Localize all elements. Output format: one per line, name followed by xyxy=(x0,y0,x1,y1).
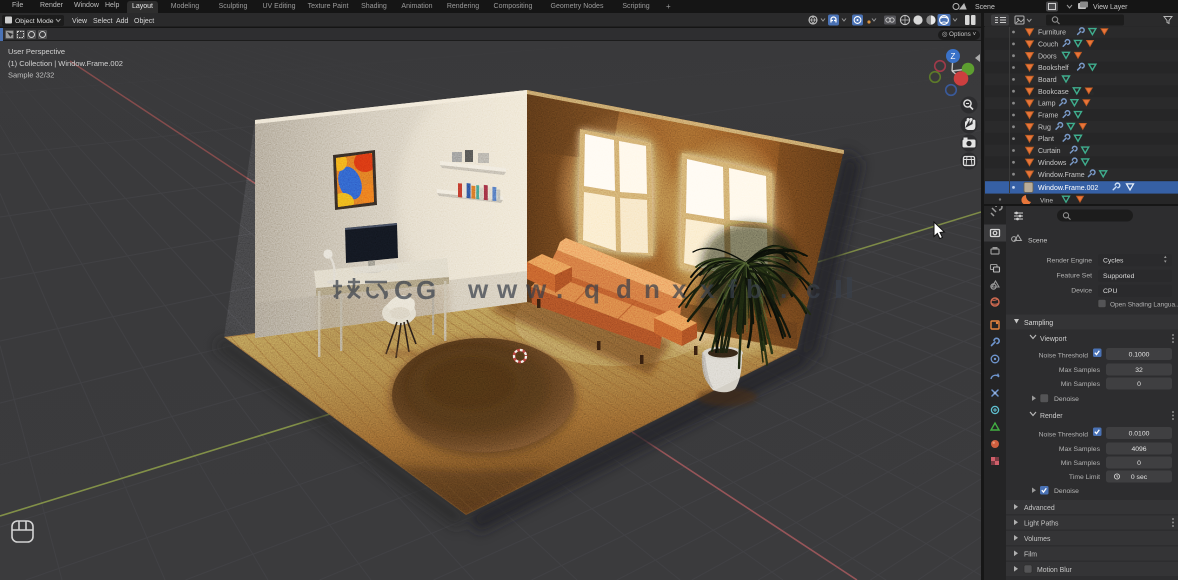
svg-text:Advanced: Advanced xyxy=(1024,505,1055,512)
svg-text:Open Shading Langua...: Open Shading Langua... xyxy=(1110,301,1178,308)
svg-text:Board: Board xyxy=(1038,77,1057,84)
svg-text:Plant: Plant xyxy=(1038,136,1054,143)
svg-text:Motion Blur: Motion Blur xyxy=(1037,567,1073,574)
svg-text:Window.Frame: Window.Frame xyxy=(1038,172,1085,179)
svg-text:Denoise: Denoise xyxy=(1054,396,1079,403)
svg-text:Select: Select xyxy=(93,18,113,25)
svg-text:w: w xyxy=(525,274,547,304)
svg-text:Scene: Scene xyxy=(1028,238,1047,245)
svg-text:Max Samples: Max Samples xyxy=(1059,367,1101,374)
svg-text:Bookshelf: Bookshelf xyxy=(1038,65,1069,72)
svg-text:32: 32 xyxy=(1135,367,1143,374)
svg-text:Windows: Windows xyxy=(1038,160,1067,167)
svg-text:Max Samples: Max Samples xyxy=(1059,446,1101,453)
svg-text:Window.Frame.002: Window.Frame.002 xyxy=(1038,185,1098,192)
svg-text:Feature Set: Feature Set xyxy=(1056,273,1092,280)
svg-text:Supported: Supported xyxy=(1103,273,1135,280)
svg-text:w: w xyxy=(496,274,518,304)
svg-text:CPU: CPU xyxy=(1103,288,1117,295)
svg-text:Noise Threshold: Noise Threshold xyxy=(1039,353,1089,360)
svg-text:Rug: Rug xyxy=(1038,124,1051,131)
svg-text:Sample 32/32: Sample 32/32 xyxy=(8,71,54,80)
svg-text:View: View xyxy=(72,18,88,25)
svg-text:Volumes: Volumes xyxy=(1024,536,1051,543)
svg-text:Couch: Couch xyxy=(1038,42,1058,49)
svg-text:0.1000: 0.1000 xyxy=(1129,351,1150,358)
svg-text:Furniture: Furniture xyxy=(1038,30,1066,37)
svg-text:Noise Threshold: Noise Threshold xyxy=(1039,432,1089,439)
svg-text:b: b xyxy=(746,274,762,304)
svg-text:.: . xyxy=(556,274,563,304)
svg-text:Z: Z xyxy=(951,52,956,61)
svg-text:Denoise: Denoise xyxy=(1054,488,1079,495)
svg-text:Time Limit: Time Limit xyxy=(1069,474,1100,481)
svg-text:q: q xyxy=(584,274,600,304)
svg-text:x: x xyxy=(672,274,687,304)
svg-text:Sampling: Sampling xyxy=(1024,320,1053,327)
svg-text:Min Samples: Min Samples xyxy=(1061,381,1101,388)
svg-text:0: 0 xyxy=(1137,460,1141,467)
svg-text:Render: Render xyxy=(1040,413,1063,420)
svg-text:Device: Device xyxy=(1071,288,1092,295)
svg-text:Bookcase: Bookcase xyxy=(1038,89,1069,96)
svg-text:Min Samples: Min Samples xyxy=(1061,460,1101,467)
svg-text:User Perspective: User Perspective xyxy=(8,47,65,56)
svg-text:Lamp: Lamp xyxy=(1038,101,1056,108)
svg-text:Light Paths: Light Paths xyxy=(1024,521,1059,528)
svg-text:4096: 4096 xyxy=(1131,446,1146,453)
svg-text:.: . xyxy=(780,274,787,304)
svg-text:0: 0 xyxy=(1137,381,1141,388)
svg-text:f: f xyxy=(728,274,737,304)
svg-text:d: d xyxy=(616,274,632,304)
svg-text:n: n xyxy=(644,274,660,304)
svg-text:Object: Object xyxy=(134,18,154,25)
svg-text:Frame: Frame xyxy=(1038,113,1058,120)
svg-text:Film: Film xyxy=(1024,552,1037,559)
svg-text:x: x xyxy=(700,274,715,304)
svg-text:w: w xyxy=(467,274,489,304)
svg-text:0.0100: 0.0100 xyxy=(1129,430,1150,437)
svg-text:Object Mode: Object Mode xyxy=(15,18,54,25)
svg-text:(1) Collection | Window.Frame.: (1) Collection | Window.Frame.002 xyxy=(8,59,123,68)
svg-text:View Layer: View Layer xyxy=(1093,4,1128,11)
svg-text:Render Engine: Render Engine xyxy=(1047,258,1093,265)
svg-text:C: C xyxy=(394,275,413,305)
svg-text:c: c xyxy=(806,274,820,304)
svg-text:Viewport: Viewport xyxy=(1040,336,1067,343)
svg-text:Add: Add xyxy=(116,18,129,25)
svg-text:Cycles: Cycles xyxy=(1103,258,1124,265)
svg-text:G: G xyxy=(416,275,436,305)
svg-text:Scene: Scene xyxy=(975,4,995,11)
svg-text:0 sec: 0 sec xyxy=(1131,474,1148,481)
svg-text:Doors: Doors xyxy=(1038,53,1057,60)
svg-text:Curtain: Curtain xyxy=(1038,148,1061,155)
